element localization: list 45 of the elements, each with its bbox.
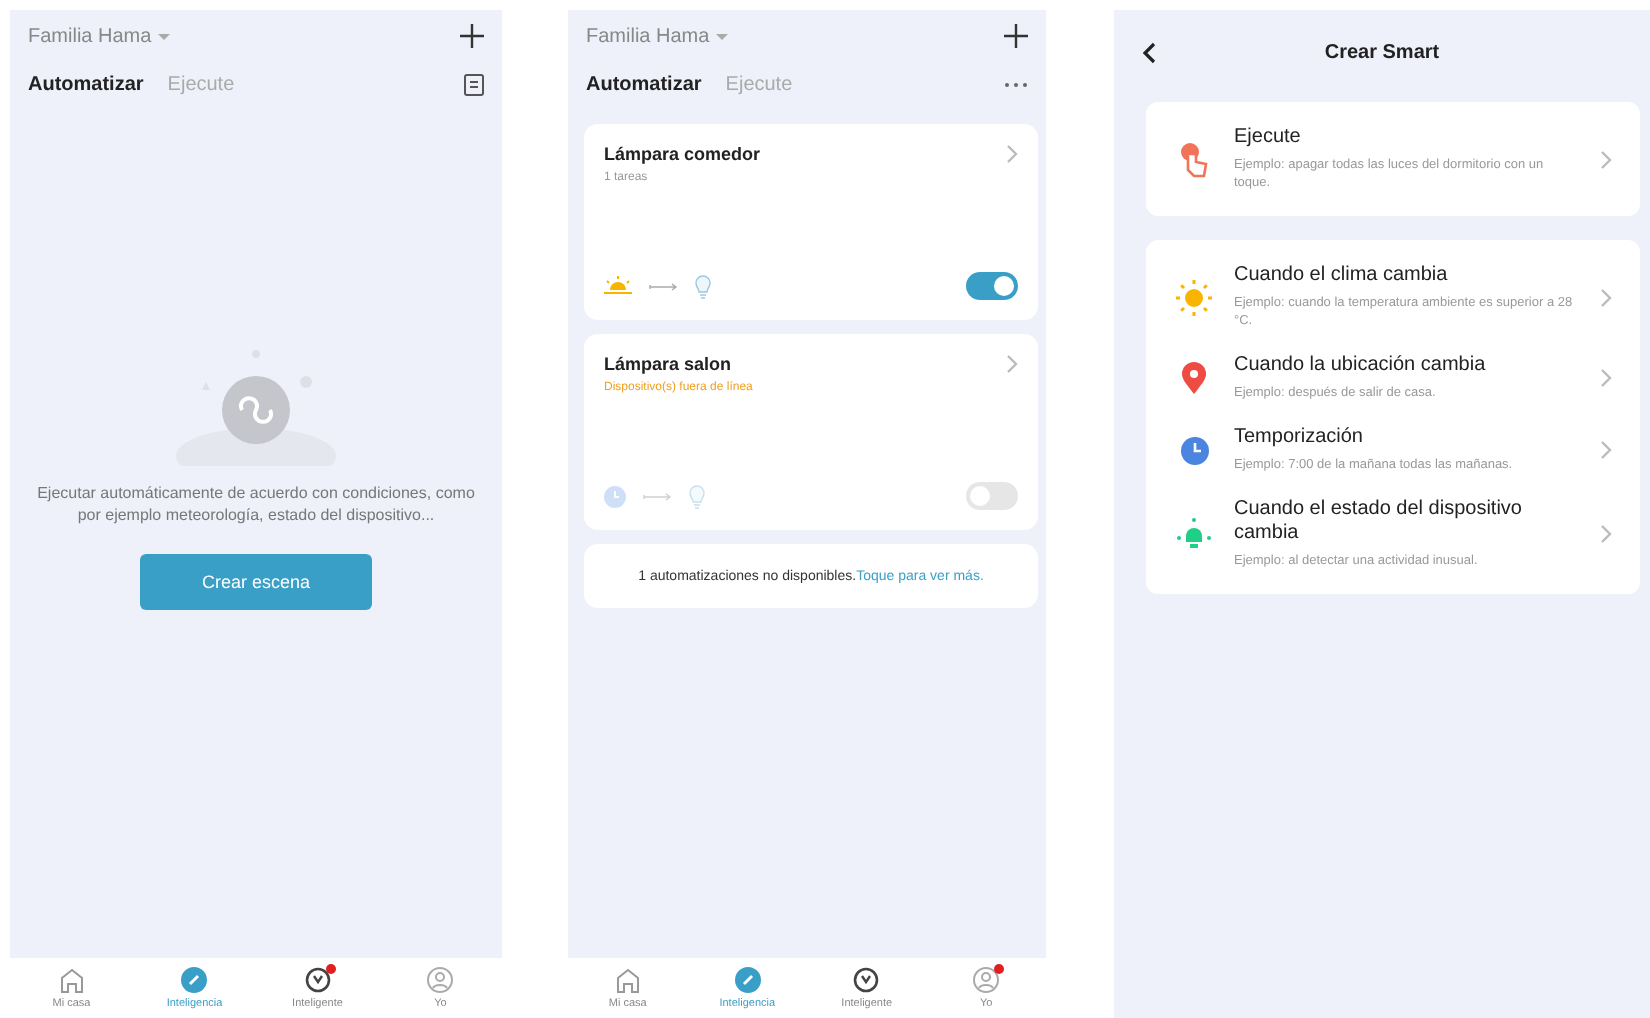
add-icon[interactable]: [1004, 24, 1028, 48]
tap-hand-icon: [1178, 141, 1210, 177]
sun-icon: [1176, 279, 1212, 315]
compass-icon[interactable]: [303, 966, 332, 994]
chevron-right-icon: [1600, 440, 1612, 460]
location-pin-icon: [1182, 362, 1206, 394]
home-selector[interactable]: Familia Hama: [28, 25, 152, 47]
caret-icon[interactable]: [157, 33, 170, 39]
arrow-icon: [648, 281, 678, 291]
back-icon[interactable]: [1138, 40, 1158, 64]
toggle-switch[interactable]: [966, 272, 1018, 300]
chevron-right-icon: [1600, 149, 1612, 169]
smart-icon[interactable]: [180, 966, 209, 994]
smart-icon[interactable]: [733, 966, 762, 994]
chevron-right-icon: [1600, 287, 1612, 307]
more-icon[interactable]: [1004, 82, 1028, 88]
add-icon[interactable]: [460, 24, 484, 48]
caret-icon[interactable]: [715, 33, 728, 39]
chevron-right-icon: [1006, 144, 1018, 164]
lightbulb-icon: [694, 273, 712, 299]
profile-icon[interactable]: [972, 966, 1001, 994]
clock-icon: [604, 485, 626, 507]
compass-icon[interactable]: [852, 966, 881, 994]
page-title: Crear Smart: [1322, 41, 1442, 63]
tab[interactable]: Ejecute: [167, 74, 235, 96]
lightbulb-icon: [1176, 518, 1212, 550]
home-selector[interactable]: Familia Hama: [586, 25, 710, 47]
home-icon[interactable]: [613, 966, 642, 994]
chevron-right-icon: [1600, 524, 1612, 544]
empty-state-text: Ejecutar automáticamente de acuerdo con condiciones, como por ejemplo meteorología, estado del dispositivo...: [35, 482, 477, 526]
profile-icon[interactable]: [426, 966, 455, 994]
tab[interactable]: Automatizar: [28, 74, 144, 96]
tab[interactable]: Ejecute: [725, 74, 793, 96]
chevron-right-icon: [1600, 368, 1612, 388]
card-title: Lámpara comedor: [604, 144, 761, 164]
arrow-icon: [642, 491, 672, 501]
document-icon[interactable]: [464, 74, 484, 96]
lightbulb-icon: [688, 483, 706, 509]
sunrise-icon: [604, 276, 632, 296]
tab[interactable]: Automatizar: [586, 74, 702, 96]
home-icon[interactable]: [57, 966, 86, 994]
chevron-right-icon: [1006, 354, 1018, 374]
clock-icon: [1179, 435, 1209, 465]
card-title: Lámpara salon: [604, 354, 732, 374]
create-scene-button[interactable]: Crear escena: [140, 554, 372, 610]
